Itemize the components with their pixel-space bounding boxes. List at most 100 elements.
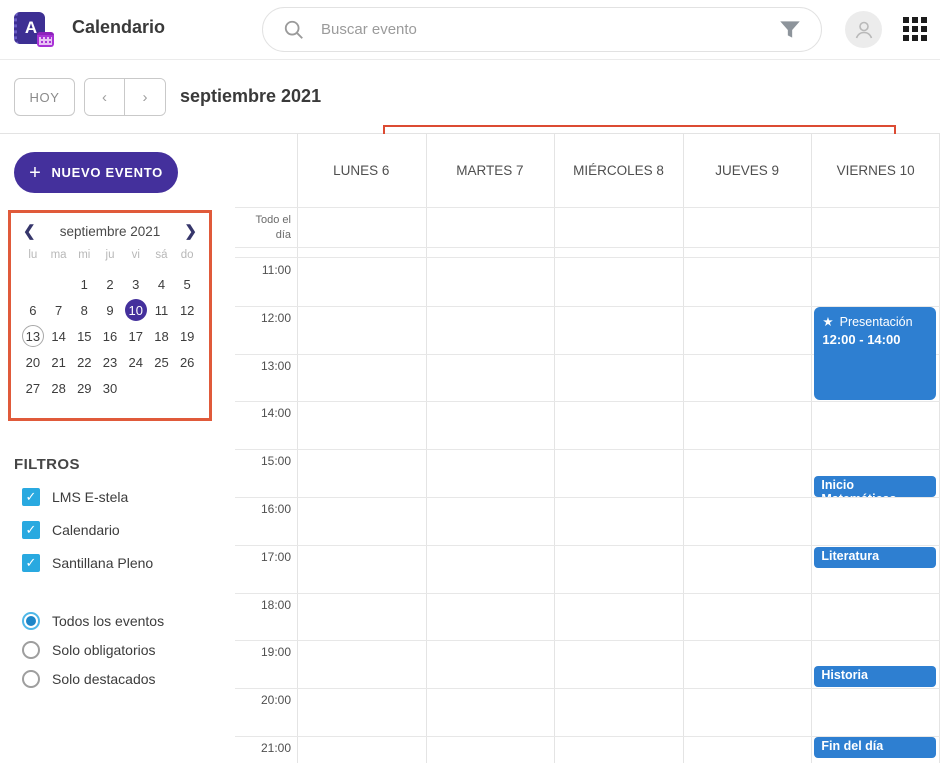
mini-day-6[interactable]: 6 <box>20 299 46 321</box>
mini-day-23[interactable]: 23 <box>97 351 123 373</box>
mini-day-8[interactable]: 8 <box>71 299 97 321</box>
mini-day-1[interactable]: 1 <box>71 273 97 295</box>
day-header-1[interactable]: LUNES 6 <box>297 134 426 207</box>
mini-day-3[interactable]: 3 <box>123 273 149 295</box>
mini-day-number <box>150 377 172 399</box>
mini-day-number: 11 <box>150 299 172 321</box>
mini-day-15[interactable]: 15 <box>71 325 97 347</box>
filter-funnel-icon[interactable] <box>777 17 803 43</box>
new-event-button[interactable]: + NUEVO EVENTO <box>14 152 178 193</box>
event-title-row: ★Presentación <box>822 314 928 329</box>
mini-day-25[interactable]: 25 <box>149 351 175 373</box>
mini-day-number: 19 <box>176 325 198 347</box>
hour-label-1900: 19:00 <box>235 645 291 659</box>
radio-item-solo-obligatorios[interactable]: Solo obligatorios <box>22 635 164 664</box>
mini-day-22[interactable]: 22 <box>71 351 97 373</box>
mini-day-5[interactable]: 5 <box>174 273 200 295</box>
sidebar: + NUEVO EVENTO ❮ septiembre 2021 ❯ lumam… <box>0 134 235 763</box>
mini-day-17[interactable]: 17 <box>123 325 149 347</box>
event-literatura[interactable]: Literatura <box>814 547 936 568</box>
mini-calendar-header: ❮ septiembre 2021 ❯ <box>11 222 209 240</box>
radio-icon[interactable] <box>22 670 40 688</box>
mini-day-14[interactable]: 14 <box>46 325 72 347</box>
day-header-2[interactable]: MARTES 7 <box>426 134 555 207</box>
radio-item-todos-los-eventos[interactable]: Todos los eventos <box>22 606 164 635</box>
hour-line <box>235 497 940 498</box>
radio-item-solo-destacados[interactable]: Solo destacados <box>22 664 164 693</box>
mini-day-number: 9 <box>99 299 121 321</box>
app-grid-icon[interactable] <box>903 17 929 43</box>
checkbox-checked-icon[interactable]: ✓ <box>22 488 40 506</box>
mini-day-number <box>176 377 198 399</box>
mini-day-number: 29 <box>73 377 95 399</box>
radio-icon[interactable] <box>22 641 40 659</box>
mini-day-28[interactable]: 28 <box>46 377 72 399</box>
mini-day-12[interactable]: 12 <box>174 299 200 321</box>
mini-day-24[interactable]: 24 <box>123 351 149 373</box>
mini-day-9[interactable]: 9 <box>97 299 123 321</box>
month-title: septiembre 2021 <box>180 86 321 107</box>
mini-day-number: 30 <box>99 377 121 399</box>
search-bar[interactable] <box>262 7 822 52</box>
today-button[interactable]: HOY <box>14 78 75 116</box>
event-fin-del-día[interactable]: Fin del día <box>814 737 936 758</box>
day-header-3[interactable]: MIÉRCOLES 8 <box>554 134 683 207</box>
mini-calendar-title: septiembre 2021 <box>60 224 161 239</box>
filter-item-santillana-pleno[interactable]: ✓Santillana Pleno <box>22 546 153 579</box>
all-day-label: Todo el día <box>235 213 291 243</box>
times-top-divider <box>235 257 940 258</box>
event-presentación[interactable]: ★Presentación12:00 - 14:00 <box>814 307 936 400</box>
mini-day-number <box>22 273 44 295</box>
mini-prev-icon[interactable]: ❮ <box>23 222 36 240</box>
mini-day-18[interactable]: 18 <box>149 325 175 347</box>
mini-day-13[interactable]: 13 <box>20 325 46 347</box>
mini-day-21[interactable]: 21 <box>46 351 72 373</box>
topbar: A Calendario <box>0 0 940 60</box>
mini-day-10[interactable]: 10 <box>123 299 149 321</box>
hour-label-1200: 12:00 <box>235 311 291 325</box>
day-header-5[interactable]: VIERNES 10 <box>811 134 940 207</box>
mini-day-19[interactable]: 19 <box>174 325 200 347</box>
checkbox-checked-icon[interactable]: ✓ <box>22 521 40 539</box>
mini-day-2[interactable]: 2 <box>97 273 123 295</box>
mini-day-number: 4 <box>150 273 172 295</box>
mini-day-11[interactable]: 11 <box>149 299 175 321</box>
mini-day-26[interactable]: 26 <box>174 351 200 373</box>
hour-label-1100: 11:00 <box>235 263 291 277</box>
mini-day-empty <box>20 273 46 295</box>
mini-day-number: 13 <box>22 325 44 347</box>
checkbox-checked-icon[interactable]: ✓ <box>22 554 40 572</box>
mini-day-number: 1 <box>73 273 95 295</box>
app-logo-icon[interactable]: A <box>14 11 50 47</box>
filter-item-lms-e-stela[interactable]: ✓LMS E-stela <box>22 480 153 513</box>
mini-day-30[interactable]: 30 <box>97 377 123 399</box>
mini-day-4[interactable]: 4 <box>149 273 175 295</box>
event-inicio-matemáticas[interactable]: Inicio Matemáticas <box>814 476 936 497</box>
mini-weekday: mi <box>71 249 97 261</box>
mini-day-number: 18 <box>150 325 172 347</box>
mini-day-number: 16 <box>99 325 121 347</box>
avatar[interactable] <box>845 11 882 48</box>
hour-label-1700: 17:00 <box>235 550 291 564</box>
event-scope-radios: Todos los eventosSolo obligatoriosSolo d… <box>22 606 164 693</box>
calendar-app: A Calendario HOY ‹ › septiembre 2021 SEM… <box>0 0 940 763</box>
mini-day-27[interactable]: 27 <box>20 377 46 399</box>
mini-day-number: 22 <box>73 351 95 373</box>
mini-day-16[interactable]: 16 <box>97 325 123 347</box>
mini-day-number: 26 <box>176 351 198 373</box>
radio-icon[interactable] <box>22 612 40 630</box>
mini-next-icon[interactable]: ❯ <box>184 222 197 240</box>
mini-day-20[interactable]: 20 <box>20 351 46 373</box>
search-icon <box>283 19 305 41</box>
next-button[interactable]: › <box>125 79 165 115</box>
day-header-4[interactable]: JUEVES 9 <box>683 134 812 207</box>
mini-weekday: do <box>174 249 200 261</box>
filter-item-calendario[interactable]: ✓Calendario <box>22 513 153 546</box>
mini-day-29[interactable]: 29 <box>71 377 97 399</box>
star-icon: ★ <box>822 314 833 329</box>
prev-button[interactable]: ‹ <box>85 79 125 115</box>
mini-day-7[interactable]: 7 <box>46 299 72 321</box>
search-input[interactable] <box>321 21 777 38</box>
mini-day-empty <box>149 377 175 399</box>
event-historia[interactable]: Historia <box>814 666 936 687</box>
